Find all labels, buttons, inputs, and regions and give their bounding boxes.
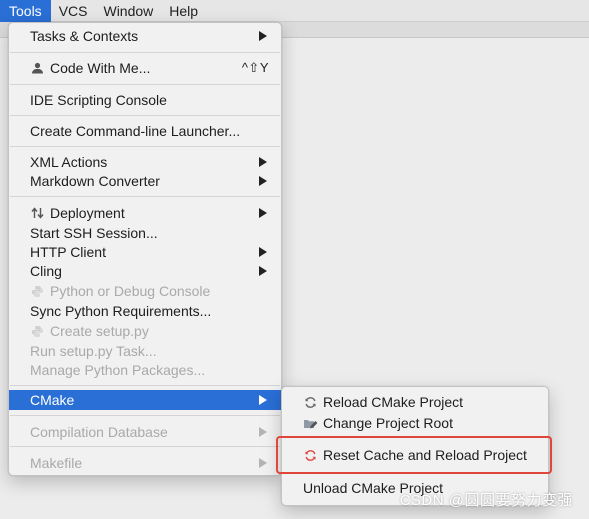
menu-item-run-setup-py-task: Run setup.py Task... <box>9 341 281 361</box>
menu-item-label: Tasks & Contexts <box>30 28 139 44</box>
python-icon <box>30 324 44 338</box>
menubar-help[interactable]: Help <box>161 0 206 22</box>
menu-separator <box>10 146 280 147</box>
menu-item-label: Code With Me... <box>50 60 151 76</box>
menu-item-reload-cmake-project[interactable]: Reload CMake Project <box>282 392 548 412</box>
menu-item-label: Compilation Database <box>30 424 168 440</box>
menu-item-label: HTTP Client <box>30 244 106 260</box>
menu-item-label: Sync Python Requirements... <box>30 303 212 319</box>
menu-separator <box>10 385 280 386</box>
submenu-arrow-icon <box>259 458 267 468</box>
menu-item-cling[interactable]: Cling <box>9 261 281 281</box>
menu-separator <box>10 52 280 53</box>
submenu-arrow-icon <box>259 395 267 405</box>
menubar-vcs[interactable]: VCS <box>51 0 96 22</box>
tools-menu: Tasks & Contexts Code With Me... ^⇧Y IDE… <box>8 22 282 476</box>
menu-item-create-setup-py: Create setup.py <box>9 321 281 341</box>
menu-item-label: Create Command-line Launcher... <box>30 123 241 139</box>
up-down-arrows-icon <box>30 206 44 220</box>
menu-item-label: Deployment <box>50 205 125 221</box>
menu-item-label: CMake <box>30 392 75 408</box>
submenu-arrow-icon <box>259 176 267 186</box>
menu-item-label: IDE Scripting Console <box>30 92 167 108</box>
refresh-icon <box>303 395 317 409</box>
menu-item-label: Change Project Root <box>323 415 453 431</box>
keyboard-shortcut: ^⇧Y <box>241 60 269 75</box>
menu-item-label: Makefile <box>30 455 83 471</box>
menu-item-label: Reload CMake Project <box>323 394 464 410</box>
menu-separator <box>10 415 280 416</box>
menu-item-xml-actions[interactable]: XML Actions <box>9 152 281 172</box>
menu-item-label: Run setup.py Task... <box>30 343 157 359</box>
menu-item-http-client[interactable]: HTTP Client <box>9 242 281 262</box>
menu-item-markdown-converter[interactable]: Markdown Converter <box>9 171 281 191</box>
folder-edit-icon <box>303 416 317 430</box>
menu-item-change-project-root[interactable]: Change Project Root <box>282 413 548 433</box>
menu-separator <box>10 446 280 447</box>
menu-item-label: Start SSH Session... <box>30 225 158 241</box>
submenu-arrow-icon <box>259 266 267 276</box>
menu-item-start-ssh-session[interactable]: Start SSH Session... <box>9 223 281 243</box>
submenu-arrow-icon <box>259 427 267 437</box>
person-icon <box>30 61 44 75</box>
menu-item-deployment[interactable]: Deployment <box>9 203 281 223</box>
menu-item-sync-python-requirements[interactable]: Sync Python Requirements... <box>9 301 281 321</box>
menu-separator <box>10 84 280 85</box>
submenu-arrow-icon <box>259 157 267 167</box>
submenu-arrow-icon <box>259 208 267 218</box>
menubar-window[interactable]: Window <box>95 0 161 22</box>
menu-item-label: Create setup.py <box>50 323 149 339</box>
menu-item-cmake[interactable]: CMake <box>9 390 281 410</box>
menu-item-makefile: Makefile <box>9 453 281 473</box>
menu-item-python-debug-console: Python or Debug Console <box>9 281 281 301</box>
menu-item-code-with-me[interactable]: Code With Me... ^⇧Y <box>9 58 281 78</box>
menu-item-label: XML Actions <box>30 154 108 170</box>
menu-item-ide-scripting-console[interactable]: IDE Scripting Console <box>9 90 281 110</box>
python-icon <box>30 284 44 298</box>
watermark-text: CSDN @圆圆要努力变强 <box>399 492 573 509</box>
menu-item-manage-python-packages: Manage Python Packages... <box>9 360 281 380</box>
menu-item-label: Cling <box>30 263 62 279</box>
submenu-arrow-icon <box>259 31 267 41</box>
menubar-tools[interactable]: Tools <box>0 0 51 22</box>
menu-separator <box>10 196 280 197</box>
menu-separator <box>10 115 280 116</box>
menu-item-tasks-contexts[interactable]: Tasks & Contexts <box>9 26 281 46</box>
menu-item-compilation-database: Compilation Database <box>9 422 281 442</box>
menu-item-label: Markdown Converter <box>30 173 160 189</box>
menubar: Tools VCS Window Help <box>0 0 589 22</box>
highlight-annotation-box <box>276 436 552 474</box>
menu-item-create-command-line-launcher[interactable]: Create Command-line Launcher... <box>9 121 281 141</box>
menu-item-label: Manage Python Packages... <box>30 362 206 378</box>
submenu-arrow-icon <box>259 247 267 257</box>
menu-item-label: Python or Debug Console <box>50 283 211 299</box>
